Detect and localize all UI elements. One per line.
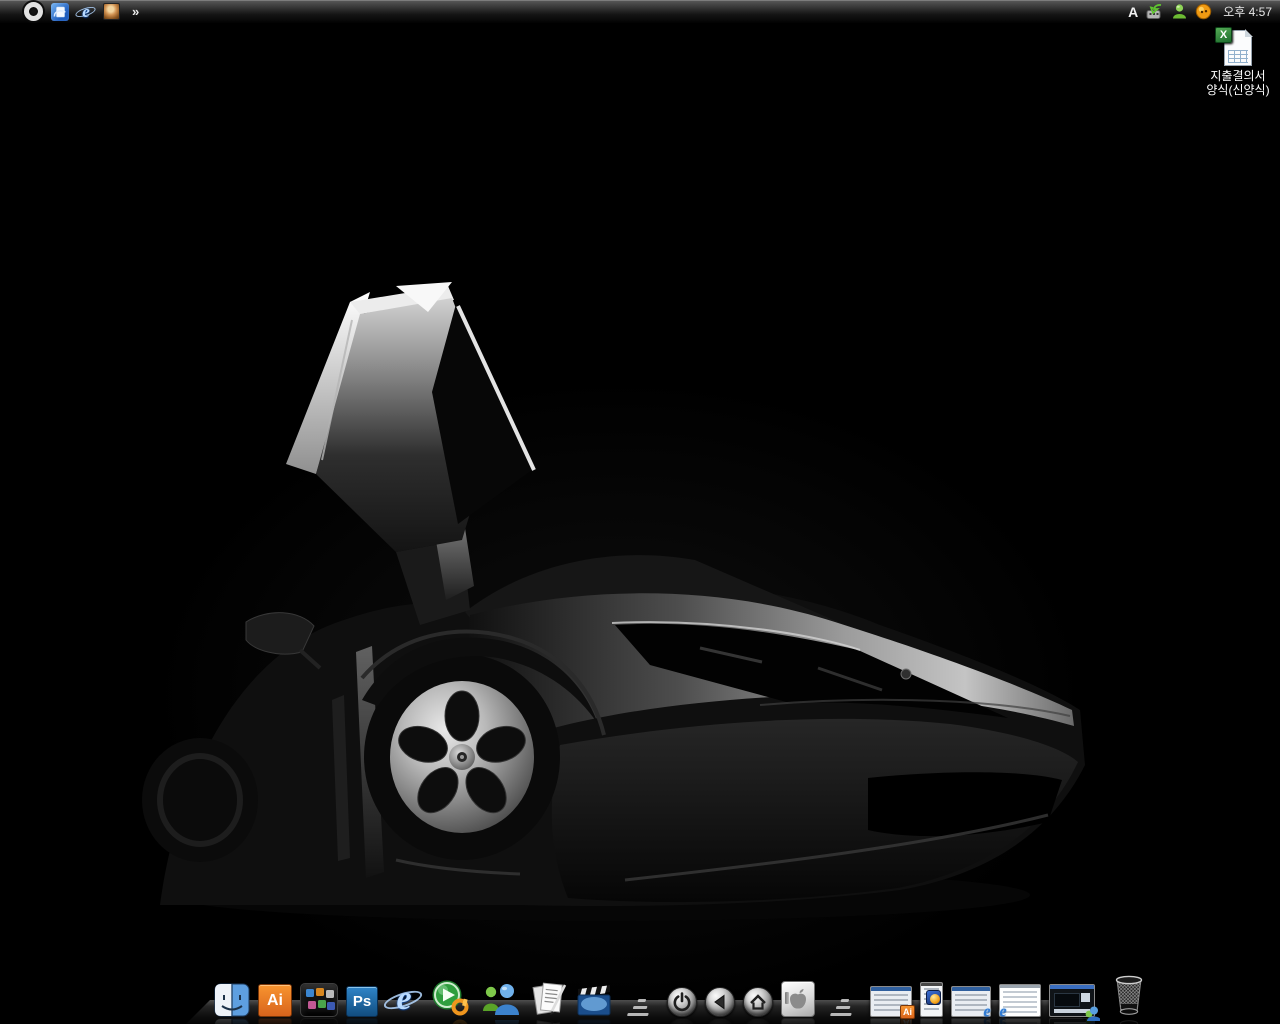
app-stack-icon[interactable] (300, 983, 338, 1017)
illustrator-icon[interactable]: Ai (258, 984, 292, 1017)
text-editor-icon[interactable] (530, 981, 568, 1017)
window-thumb-contact-list[interactable] (920, 982, 943, 1017)
mini-app-green (318, 1000, 326, 1008)
chat-dark-pane (1054, 993, 1080, 1007)
orange-ball-icon[interactable] (1195, 3, 1212, 20)
power-glyph (671, 991, 693, 1013)
chat-avatar (1081, 993, 1090, 1002)
shortcut-label-line2: 양식(신양식) (1200, 84, 1276, 98)
buddy-badge (1083, 1005, 1100, 1021)
back-button[interactable] (705, 987, 735, 1017)
thumb-titlebar (921, 983, 942, 986)
internet-explorer-dock-icon[interactable]: e (386, 981, 422, 1017)
picture-thumbnail-icon[interactable] (103, 3, 120, 20)
dock-items: Ai Ps e (214, 972, 1147, 1017)
thumb-titlebar (1050, 985, 1094, 989)
shortcut-label-line1: 지출결의서 (1200, 70, 1276, 84)
shortcut-label: 지출결의서 양식(신양식) (1200, 70, 1276, 97)
window-thumb-ie2[interactable]: e (999, 984, 1041, 1017)
internet-explorer-icon[interactable]: e (77, 3, 95, 21)
orange-ball (930, 994, 940, 1004)
page-fold (1245, 29, 1253, 37)
spreadsheet-grid (1228, 50, 1248, 63)
excel-x-badge: X (1215, 27, 1232, 43)
dock: Ai Ps e (0, 964, 1280, 1024)
thumb-titlebar (1000, 985, 1040, 988)
thumb-titlebar (871, 987, 911, 991)
home-button[interactable] (743, 987, 773, 1017)
ie-badge: e (979, 1004, 995, 1020)
overflow-chevron[interactable]: » (132, 4, 138, 19)
wallpaper-lamborghini (0, 0, 1280, 1024)
mini-app-navy (327, 1002, 335, 1010)
finder-icon[interactable] (214, 983, 250, 1017)
movie-maker-icon[interactable] (576, 983, 612, 1017)
window-thumb-ie1[interactable]: e (951, 986, 991, 1017)
mail-glyph (51, 3, 69, 21)
illustrator-badge: Ai (900, 1005, 915, 1019)
ime-indicator[interactable]: A (1128, 4, 1138, 20)
excel-file-icon: X (1224, 30, 1252, 66)
trash-icon[interactable] (1111, 972, 1147, 1017)
mini-app-gray (326, 990, 334, 998)
menubar-left-icons: e » (0, 2, 138, 21)
dock-stairs-separator (627, 999, 652, 1017)
mini-app-pink (308, 1001, 316, 1009)
thumb-titlebar (952, 987, 990, 991)
window-thumb-illustrator[interactable]: Ai (870, 986, 912, 1017)
back-glyph (709, 991, 731, 1013)
dock-stairs-separator (830, 999, 855, 1017)
photoshop-icon[interactable]: Ps (346, 986, 378, 1017)
latch-detail (785, 992, 789, 1004)
messenger-ball-badge (926, 990, 941, 1005)
home-glyph (747, 991, 769, 1013)
system-tray: A 오후 4:57 (1128, 3, 1280, 20)
language-bar-icon[interactable] (1145, 3, 1164, 20)
ie-badge: e (995, 1004, 1011, 1020)
desktop-shortcut-excel[interactable]: X 지출결의서 양식(신양식) (1200, 30, 1276, 97)
menubar: e » A 오후 4:57 (0, 0, 1280, 24)
apple-logo-icon (786, 986, 810, 1012)
messenger-icon[interactable] (480, 981, 522, 1017)
messenger-status-icon[interactable] (1171, 3, 1188, 20)
mail-icon[interactable] (51, 3, 69, 21)
power-button[interactable] (667, 987, 697, 1017)
window-thumb-messenger-chat[interactable] (1049, 984, 1095, 1017)
tray-clock: 오후 4:57 (1219, 3, 1272, 20)
mini-app-orange (316, 988, 324, 996)
mini-app-blue (306, 989, 314, 997)
media-player-icon[interactable] (430, 979, 472, 1017)
apple-button[interactable] (781, 981, 815, 1017)
launcher-orb-icon[interactable] (24, 2, 43, 21)
